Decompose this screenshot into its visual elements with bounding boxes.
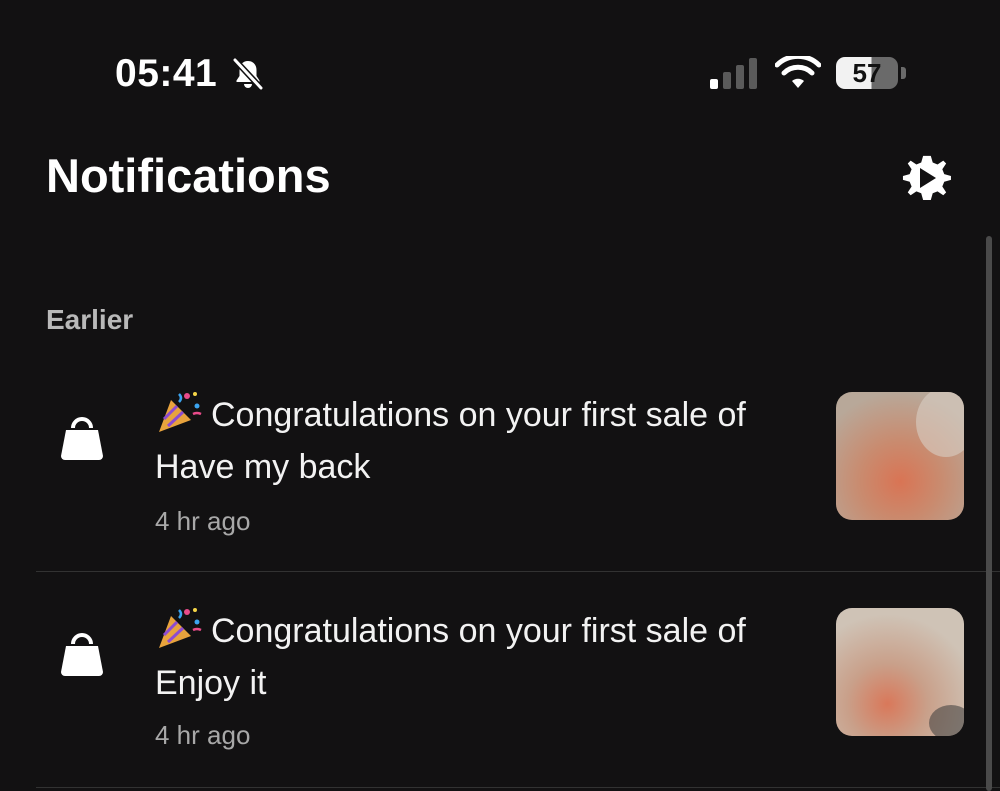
notification-message: Congratulations on your first sale of Ha… — [155, 388, 815, 493]
notification-thumbnail — [836, 608, 964, 736]
notifications-screen: 05:41 57 Notifications Earlier Congratul… — [0, 0, 1000, 791]
page-title: Notifications — [46, 149, 331, 202]
party-popper-icon — [159, 608, 202, 648]
notification-thumbnail — [836, 392, 964, 520]
shopping-bag-icon — [61, 417, 103, 460]
scrollbar[interactable] — [986, 236, 992, 791]
notification-text: Congratulations on your first sale of En… — [155, 612, 746, 702]
notification-message: Congratulations on your first sale of En… — [155, 604, 815, 709]
notification-item[interactable]: Congratulations on your first sale of Ha… — [0, 356, 1000, 572]
section-label: Earlier — [46, 304, 134, 335]
notification-time: 4 hr ago — [155, 506, 251, 536]
party-popper-icon — [159, 392, 202, 432]
notification-item[interactable]: Congratulations on your first sale of En… — [0, 572, 1000, 788]
battery-cap — [901, 67, 906, 79]
status-time: 05:41 — [115, 52, 218, 95]
wifi-icon — [775, 56, 821, 88]
shopping-bag-icon — [61, 633, 103, 676]
cellular-signal-icon — [710, 58, 757, 89]
divider — [36, 787, 1000, 788]
battery-level: 57 — [852, 58, 882, 88]
notification-time: 4 hr ago — [155, 720, 251, 750]
gear-icon[interactable] — [902, 153, 952, 203]
notification-text: Congratulations on your first sale of Ha… — [155, 396, 746, 486]
bell-slash-icon — [232, 57, 264, 91]
